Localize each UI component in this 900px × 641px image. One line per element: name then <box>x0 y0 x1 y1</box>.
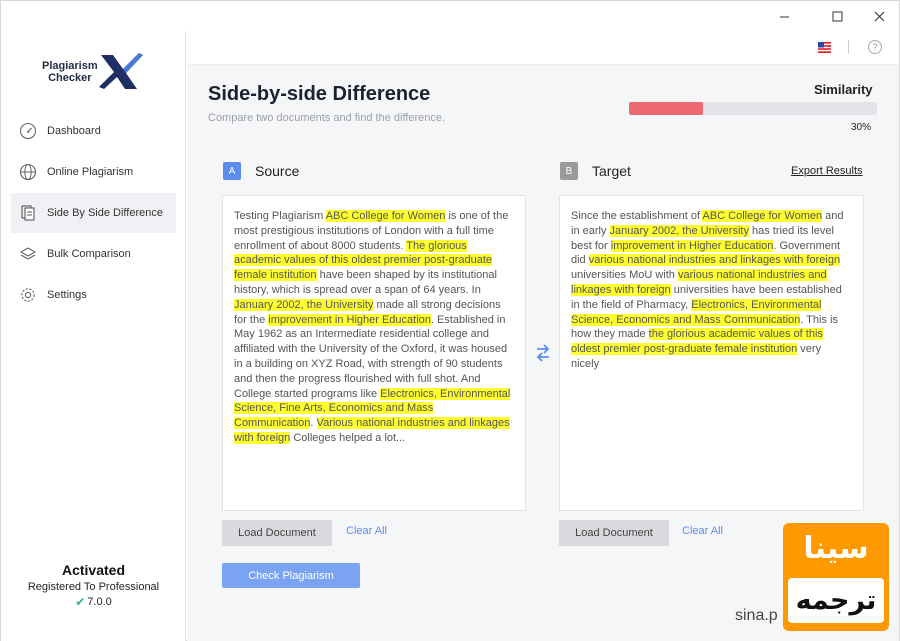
layers-icon <box>19 245 37 263</box>
target-text-area[interactable]: Since the establishment of ABC College f… <box>559 195 864 511</box>
maximize-button[interactable] <box>820 5 854 27</box>
watermark-logo: سینا ترجمه <box>783 523 889 631</box>
text-segment: . <box>310 417 317 430</box>
sidebar-item-dashboard[interactable]: Dashboard <box>11 111 176 151</box>
sidebar-item-settings[interactable]: Settings <box>11 275 176 315</box>
activation-status: Activated Registered To Professional ✔ 7… <box>1 562 186 609</box>
sidebar-item-bulk-comparison[interactable]: Bulk Comparison <box>11 234 176 274</box>
sidebar: Plagiarism Checker Dashboard Online Plag… <box>1 31 186 641</box>
highlight-segment: improvement in Higher Education <box>610 239 774 252</box>
similarity-bar-fill <box>629 102 704 115</box>
target-badge: B <box>560 162 578 180</box>
app-window: Plagiarism Checker Dashboard Online Plag… <box>0 0 900 641</box>
logo-wordmark: Plagiarism Checker <box>42 60 98 84</box>
gear-icon <box>19 286 37 304</box>
text-segment: Since the establishment of <box>571 210 703 222</box>
highlight-segment: January 2002, the University <box>609 224 749 237</box>
text-segment: Testing Plagiarism <box>234 210 326 222</box>
app-logo: Plagiarism Checker <box>41 51 151 101</box>
source-header: A Source <box>223 162 299 180</box>
maximize-icon <box>832 11 842 21</box>
us-flag-icon[interactable] <box>818 42 831 53</box>
watermark-url: sina.p <box>735 607 778 624</box>
globe-icon <box>19 163 37 181</box>
watermark-top-text: سینا <box>803 531 869 565</box>
check-plagiarism-button[interactable]: Check Plagiarism <box>222 563 360 588</box>
sidebar-item-label: Settings <box>47 289 87 301</box>
source-load-document-button[interactable]: Load Document <box>222 520 332 546</box>
sidebar-item-label: Bulk Comparison <box>47 248 131 260</box>
version-text: 7.0.0 <box>87 596 112 608</box>
page-title: Side-by-side Difference <box>208 83 431 105</box>
text-segment: Colleges helped a lot... <box>290 431 406 444</box>
text-segment: universities MoU with <box>571 269 678 282</box>
highlight-segment: various national industries and linkages… <box>588 254 841 267</box>
close-icon <box>874 11 884 21</box>
minimize-button[interactable] <box>767 5 801 27</box>
similarity-label: Similarity <box>814 82 873 97</box>
similarity-bar <box>629 102 877 115</box>
checkmark-icon: ✔ <box>75 595 86 609</box>
source-title: Source <box>255 163 300 179</box>
logo-line1: Plagiarism <box>42 60 98 72</box>
sidebar-item-label: Dashboard <box>47 125 101 137</box>
export-results-link[interactable]: Export Results <box>791 165 863 177</box>
logo-x-icon <box>99 53 143 89</box>
highlight-segment: January 2002, the University <box>234 298 374 311</box>
close-button[interactable] <box>862 5 896 27</box>
sidebar-item-label: Side By Side Difference <box>47 207 163 219</box>
source-badge: A <box>223 162 241 180</box>
highlight-segment: improvement in Higher Education <box>268 313 431 326</box>
watermark-bottom-text: ترجمه <box>788 578 884 623</box>
title-bar <box>1 1 899 31</box>
source-clear-all-link[interactable]: Clear All <box>346 525 387 537</box>
source-text-area[interactable]: Testing Plagiarism ABC College for Women… <box>222 195 526 511</box>
activation-subtitle: Registered To Professional <box>27 581 160 593</box>
logo-line2: Checker <box>48 72 92 84</box>
page-subtitle: Compare two documents and find the diffe… <box>208 112 446 124</box>
target-clear-all-link[interactable]: Clear All <box>682 525 723 537</box>
highlight-segment: ABC College for Women <box>702 210 823 222</box>
help-icon[interactable]: ? <box>868 40 882 54</box>
document-icon <box>19 204 37 222</box>
swap-arrows-icon[interactable] <box>535 342 551 364</box>
target-load-document-button[interactable]: Load Document <box>559 520 669 546</box>
sidebar-item-side-by-side[interactable]: Side By Side Difference <box>11 193 176 233</box>
target-title: Target <box>592 163 631 179</box>
topbar-divider <box>848 40 849 54</box>
text-segment: . Established in May 1962 as an Intermed… <box>234 313 508 400</box>
similarity-value: 30% <box>851 122 872 133</box>
activation-title: Activated <box>61 562 126 578</box>
target-header: B Target <box>560 162 631 180</box>
activation-version: ✔ 7.0.0 <box>1 595 186 609</box>
sidebar-item-label: Online Plagiarism <box>47 166 134 178</box>
minimize-icon <box>779 16 789 17</box>
sidebar-item-online-plagiarism[interactable]: Online Plagiarism <box>11 152 176 192</box>
top-bar: ? <box>187 31 899 65</box>
highlight-segment: ABC College for Women <box>325 210 446 222</box>
gauge-icon <box>19 122 37 140</box>
